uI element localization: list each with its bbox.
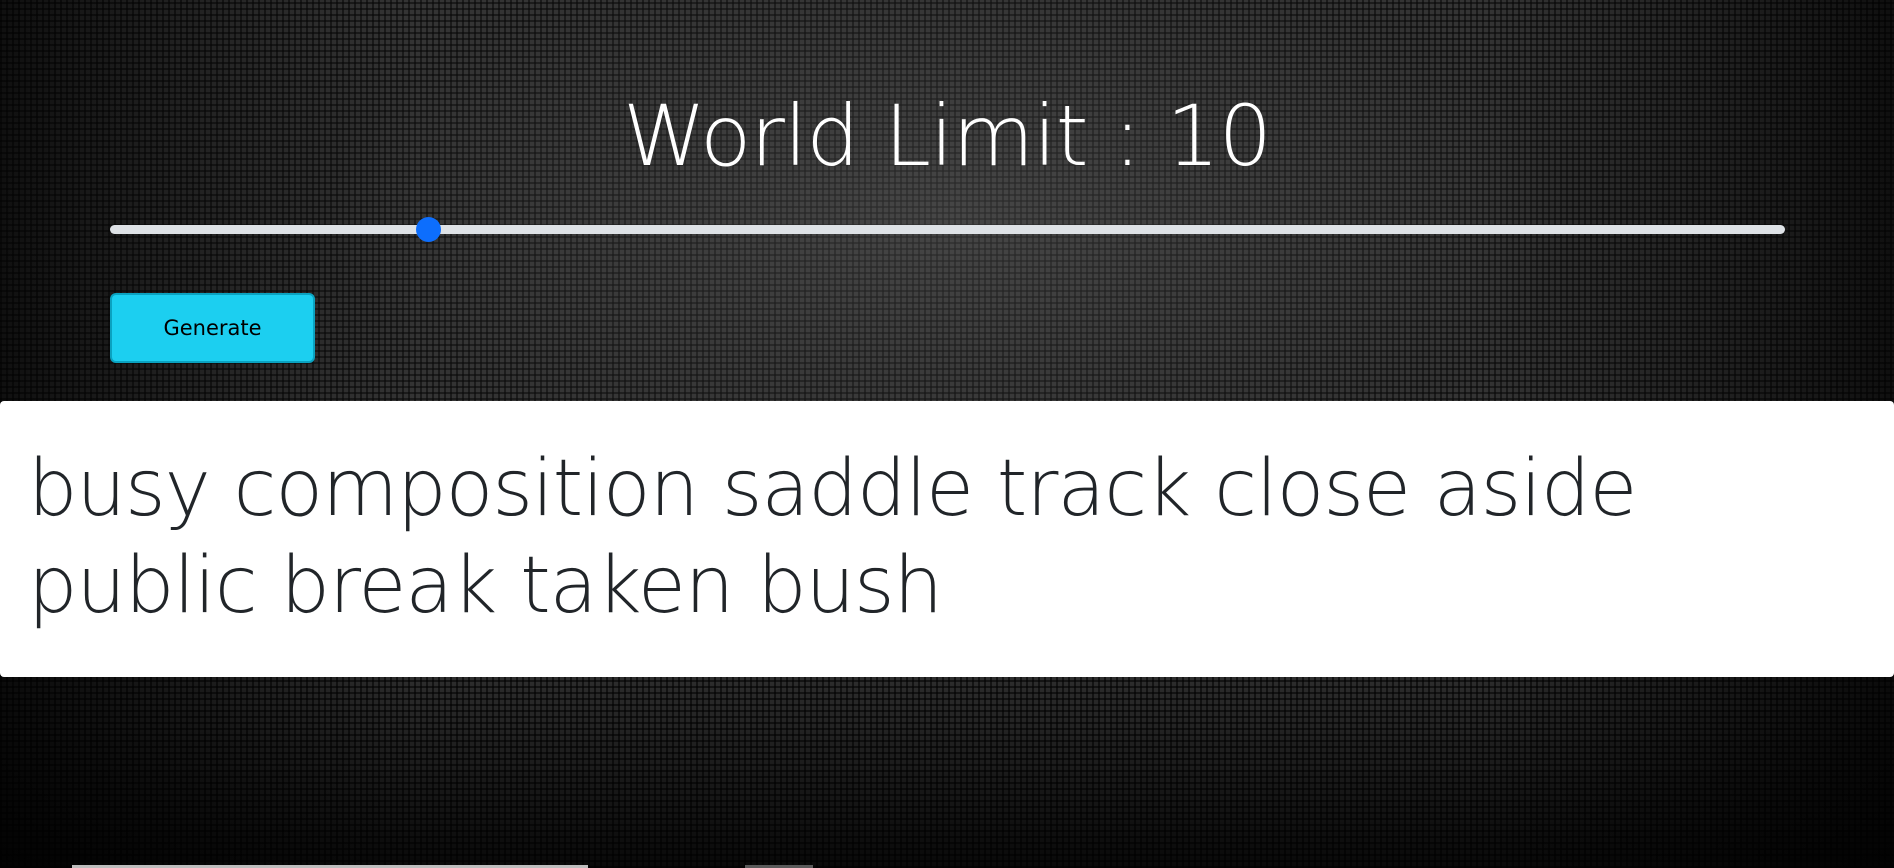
output-card: busy composition saddle track close asid… bbox=[0, 401, 1894, 677]
slider-thumb[interactable] bbox=[416, 217, 442, 242]
generated-text: busy composition saddle track close asid… bbox=[28, 444, 1637, 631]
word-limit-slider[interactable] bbox=[110, 217, 1785, 242]
generate-button[interactable]: Generate bbox=[110, 293, 315, 363]
page-title: World Limit : 10 bbox=[622, 87, 1272, 185]
slider-track[interactable] bbox=[110, 225, 1785, 234]
